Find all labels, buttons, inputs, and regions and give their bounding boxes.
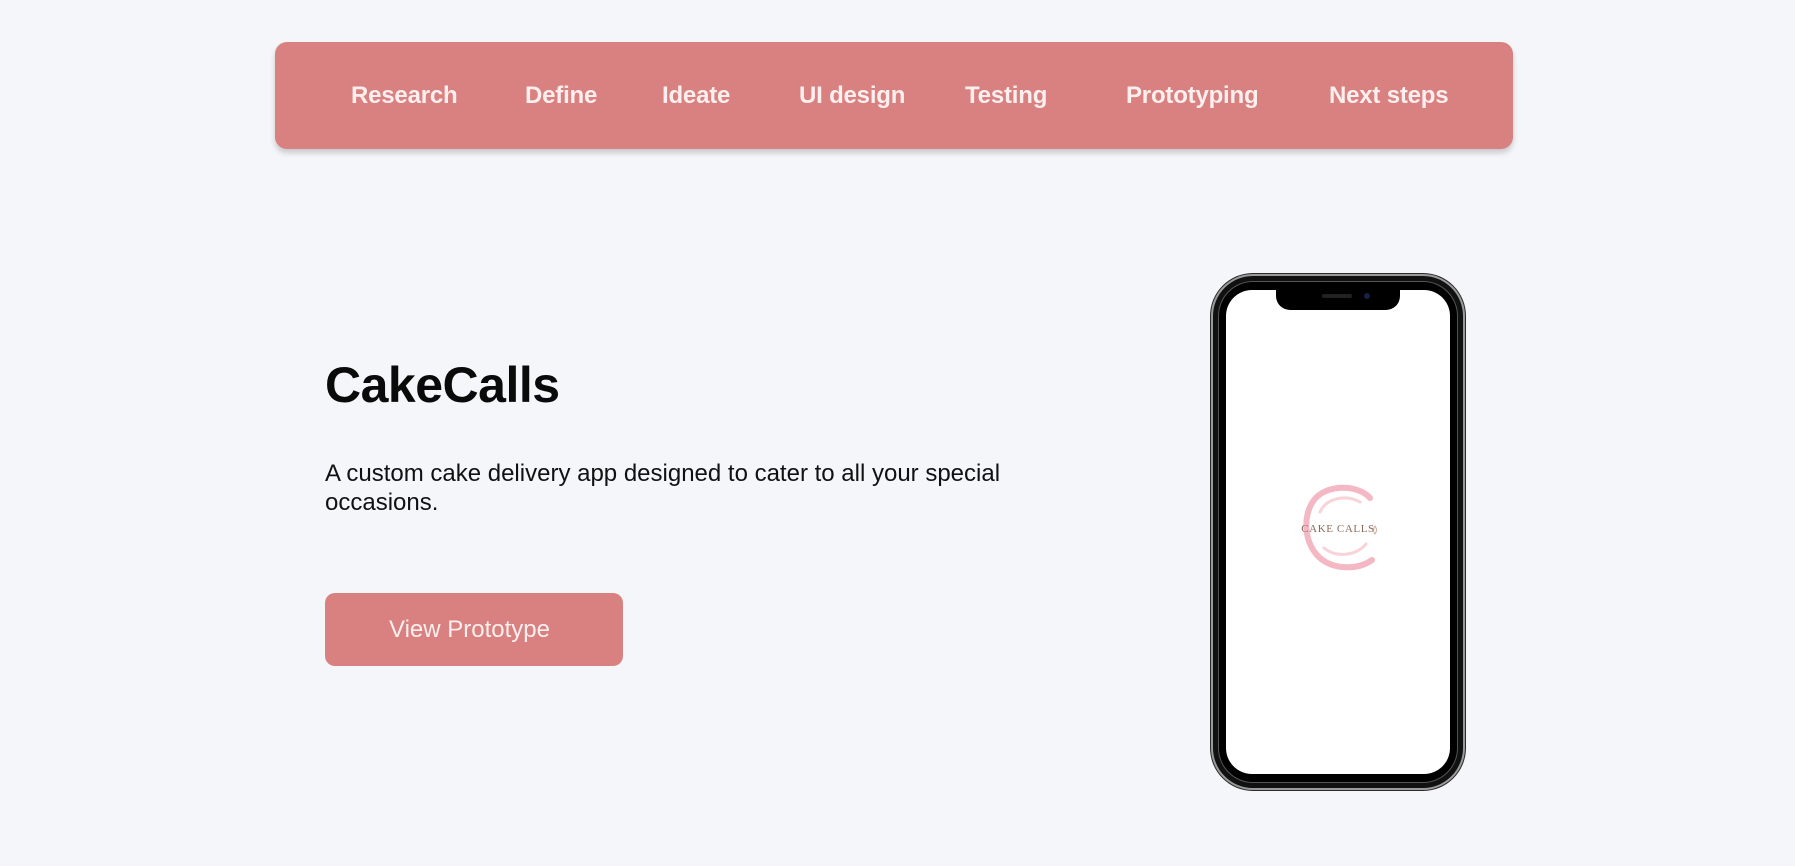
page-title: CakeCalls bbox=[325, 357, 560, 413]
phone-mockup: CAKE CALLS bbox=[1213, 276, 1463, 788]
nav-item-define[interactable]: Define bbox=[525, 42, 597, 149]
nav-item-next-steps[interactable]: Next steps bbox=[1329, 42, 1449, 149]
nav-item-ui-design[interactable]: UI design bbox=[799, 42, 905, 149]
phone-notch bbox=[1276, 290, 1400, 310]
page: Research Define Ideate UI design Testing… bbox=[0, 0, 1795, 866]
top-navbar: Research Define Ideate UI design Testing… bbox=[275, 42, 1513, 149]
phone-screen: CAKE CALLS bbox=[1226, 290, 1450, 774]
camera-icon bbox=[1364, 293, 1370, 299]
nav-item-ideate[interactable]: Ideate bbox=[662, 42, 730, 149]
view-prototype-button[interactable]: View Prototype bbox=[325, 593, 623, 666]
cakecalls-logo: CAKE CALLS bbox=[1296, 482, 1380, 572]
nav-item-prototyping[interactable]: Prototyping bbox=[1126, 42, 1259, 149]
nav-item-research[interactable]: Research bbox=[351, 42, 458, 149]
speaker-grille bbox=[1322, 294, 1352, 298]
nav-item-testing[interactable]: Testing bbox=[965, 42, 1047, 149]
logo-text: CAKE CALLS bbox=[1301, 523, 1375, 535]
hero-description: A custom cake delivery app designed to c… bbox=[325, 460, 1001, 516]
